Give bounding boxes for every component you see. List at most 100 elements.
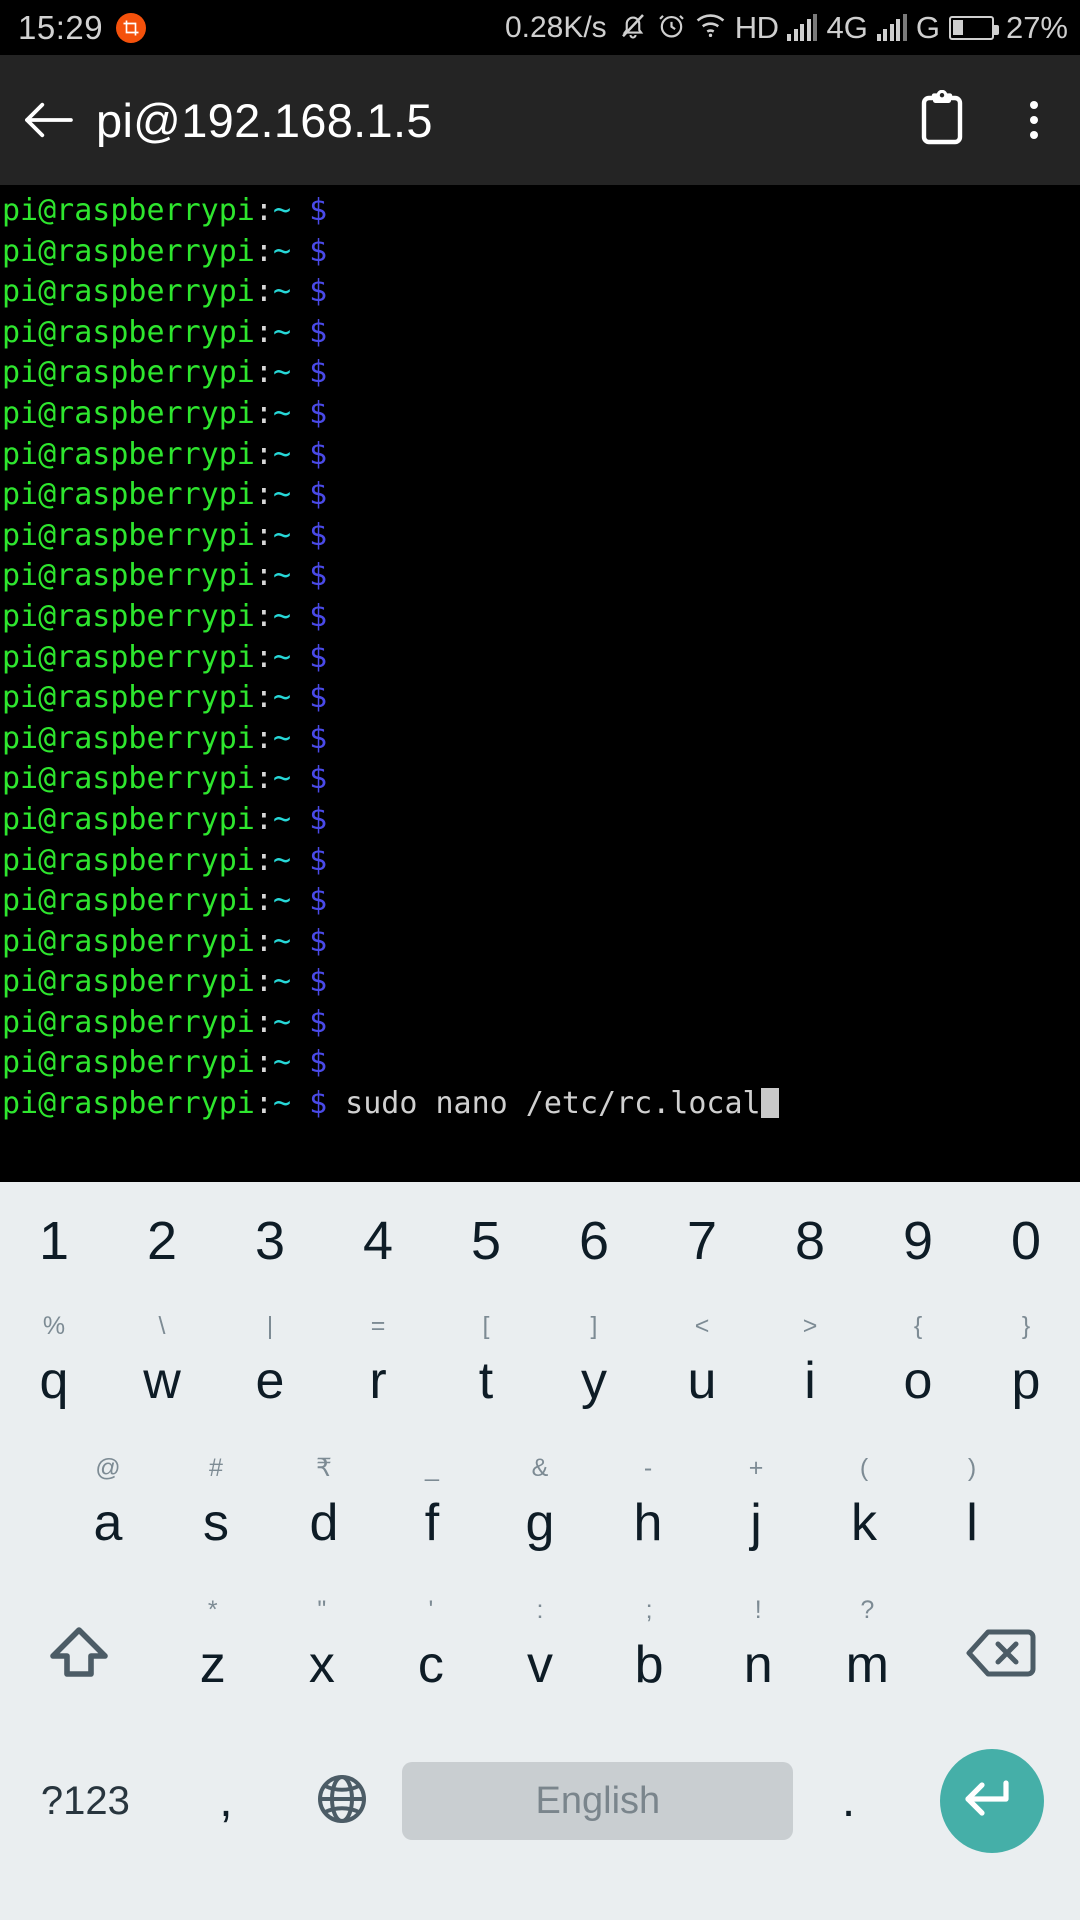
prompt-colon: : [254,598,273,634]
key-k[interactable]: (k [810,1442,918,1584]
battery-icon [948,15,999,40]
key-g[interactable]: & g [486,1442,594,1584]
prompt-colon: : [254,395,273,431]
prompt-path: ~ [272,842,291,878]
terminal-line: pi@raspberrypi:~ $ [2,475,1080,516]
paste-button[interactable] [896,89,988,151]
key-w[interactable]: \ w [108,1300,216,1442]
key-label: y [581,1352,607,1410]
hd-label: HD [734,9,779,45]
key-label: f [424,1494,440,1552]
key-label: h [633,1494,663,1552]
prompt-user: pi@raspberrypi [2,680,255,716]
prompt-symbol: $ [309,314,328,350]
key-m[interactable]: ? m [813,1584,922,1726]
status-bar-left: 15:29 [0,9,147,47]
enter-key[interactable] [904,1726,1080,1876]
key-1[interactable]: 1 [0,1182,108,1300]
terminal-line: pi@raspberrypi:~ $ [2,759,1080,800]
key-n[interactable]: ! n [704,1584,813,1726]
key-0[interactable]: 0 [972,1182,1080,1300]
key-2[interactable]: 2 [108,1182,216,1300]
key-p[interactable]: } p [972,1300,1080,1442]
shift-key[interactable] [0,1584,158,1726]
key-x[interactable]: " x [267,1584,376,1726]
key-v[interactable]: :v [485,1584,594,1726]
key-f[interactable]: _ f [378,1442,486,1584]
key-label: n [743,1636,773,1694]
key-9[interactable]: 9 [864,1182,972,1300]
key-a[interactable]: @ a [54,1442,162,1584]
terminal-line: pi@raspberrypi:~ $ [2,353,1080,394]
language-switch-key[interactable] [281,1726,402,1876]
key-sub-label: % [42,1312,66,1340]
key-label: 0 [1010,1211,1042,1271]
network-type-2-label: G [915,9,940,45]
key-o[interactable]: {o [864,1300,972,1442]
spacebar[interactable]: English [402,1762,794,1840]
key-label: o [903,1352,933,1410]
key-j[interactable]: + j [702,1442,810,1584]
terminal-command-line: pi@raspberrypi:~ $ sudo nano /etc/rc.loc… [2,1084,1080,1125]
prompt-user: pi@raspberrypi [2,355,255,391]
back-button[interactable] [0,99,96,141]
key-z[interactable]: * z [158,1584,267,1726]
key-sub-label: " [317,1596,327,1624]
key-l[interactable]: ) l [918,1442,1026,1584]
prompt-path: ~ [272,883,291,919]
prompt-path: ~ [272,314,291,350]
key-sub-label: - [643,1454,653,1482]
key-q[interactable]: % q [0,1300,108,1442]
on-screen-keyboard: 1234567890 % q \ w | e = r[t] y < u > i{o} p @ a # s ₹ d _ f… [0,1182,1080,1920]
more-vertical-icon [1030,101,1038,139]
key-sub-label: < [694,1312,710,1340]
prompt-path: ~ [272,639,291,675]
key-s[interactable]: # s [162,1442,270,1584]
key-8[interactable]: 8 [756,1182,864,1300]
key-c[interactable]: ' c [376,1584,485,1726]
key-t[interactable]: [t [432,1300,540,1442]
terminal-line: pi@raspberrypi:~ $ [2,394,1080,435]
terminal-line: pi@raspberrypi:~ $ [2,841,1080,882]
terminal-output[interactable]: pi@raspberrypi:~ $ pi@raspberrypi:~ $ pi@r… [0,185,1080,1182]
prompt-user: pi@raspberrypi [2,842,255,878]
crop-icon [116,12,147,43]
keyboard-row-home: @ a # s ₹ d _ f & g - h + j(k) l [0,1442,1080,1584]
prompt-colon: : [254,233,273,269]
key-5[interactable]: 5 [432,1182,540,1300]
prompt-path: ~ [272,923,291,959]
key-b[interactable]: ; b [595,1584,704,1726]
overflow-menu-button[interactable] [988,101,1080,139]
enter-key-circle[interactable] [939,1749,1044,1853]
clipboard-icon [918,89,966,151]
key-3[interactable]: 3 [216,1182,324,1300]
comma-key[interactable]: , [171,1726,281,1876]
prompt-path: ~ [272,477,291,513]
status-bar-right: 0.28K/s HD 4G G 27% [505,10,1080,46]
period-key[interactable]: . [793,1726,903,1876]
symbols-key[interactable]: ?123 [0,1726,171,1876]
prompt-user: pi@raspberrypi [2,761,255,797]
key-h[interactable]: -h [594,1442,702,1584]
prompt-user: pi@raspberrypi [2,801,255,837]
key-e[interactable]: | e [216,1300,324,1442]
prompt-user: pi@raspberrypi [2,639,255,675]
key-i[interactable]: > i [756,1300,864,1442]
key-sub-label: { [913,1312,923,1340]
key-label: 9 [902,1211,934,1271]
key-r[interactable]: = r [324,1300,432,1442]
key-d[interactable]: ₹ d [270,1442,378,1584]
key-6[interactable]: 6 [540,1182,648,1300]
key-4[interactable]: 4 [324,1182,432,1300]
key-u[interactable]: < u [648,1300,756,1442]
key-y[interactable]: ] y [540,1300,648,1442]
prompt-path: ~ [272,274,291,310]
terminal-line: pi@raspberrypi:~ $ [2,516,1080,557]
key-7[interactable]: 7 [648,1182,756,1300]
backspace-key[interactable] [922,1584,1080,1726]
prompt-symbol: $ [309,883,328,919]
prompt-colon: : [254,436,273,472]
prompt-path: ~ [272,720,291,756]
space-key[interactable]: English [402,1726,794,1876]
prompt-colon: : [254,923,273,959]
